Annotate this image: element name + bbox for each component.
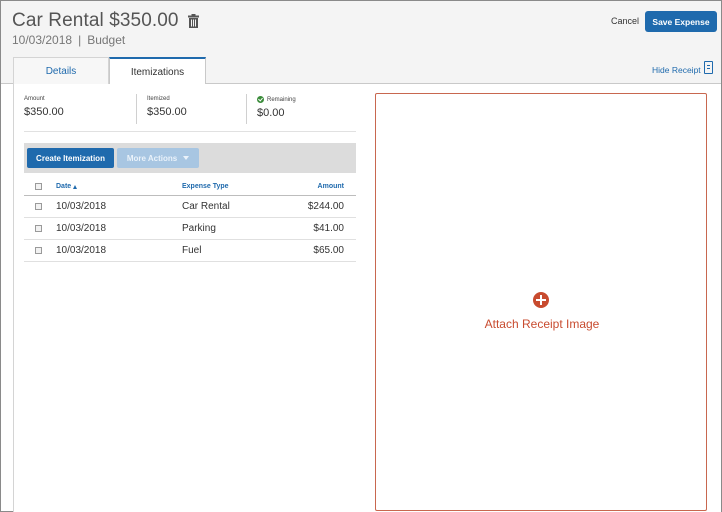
- row-checkbox[interactable]: [35, 203, 42, 210]
- trash-icon[interactable]: [187, 14, 199, 28]
- itemized-value: $350.00: [147, 106, 187, 118]
- table-header: Date Expense Type Amount: [24, 179, 356, 196]
- table-row[interactable]: 10/03/2018 Car Rental $244.00: [24, 196, 356, 218]
- row-amount: $244.00: [307, 201, 344, 212]
- table-row[interactable]: 10/03/2018 Fuel $65.00: [24, 240, 356, 262]
- summary-remaining: Remaining $0.00: [246, 94, 296, 124]
- check-circle-icon: [257, 96, 264, 103]
- row-amount: $65.00: [313, 245, 344, 256]
- sort-ascending-icon: [73, 184, 78, 189]
- column-amount[interactable]: Amount: [318, 183, 344, 190]
- row-date: 10/03/2018: [56, 223, 107, 234]
- expense-title: Car Rental $350.00: [12, 10, 179, 31]
- remaining-label: Remaining: [267, 96, 296, 103]
- plus-circle-icon: [533, 292, 549, 308]
- expense-header: Car Rental $350.00 10/03/2018 | Budget Can…: [1, 1, 721, 57]
- column-date[interactable]: Date: [56, 183, 78, 190]
- cancel-button[interactable]: Cancel: [611, 16, 639, 26]
- row-date: 10/03/2018: [56, 245, 107, 256]
- expense-policy: Budget: [87, 33, 126, 47]
- create-itemization-button[interactable]: Create Itemization: [27, 148, 114, 168]
- remaining-label-row: Remaining: [257, 96, 296, 103]
- itemization-toolbar: Create Itemization More Actions: [24, 143, 356, 173]
- row-expense-type: Parking: [182, 223, 216, 234]
- row-expense-type: Fuel: [182, 245, 202, 256]
- summary-amount: Amount $350.00: [24, 94, 64, 124]
- itemized-label: Itemized: [147, 96, 170, 102]
- save-expense-button[interactable]: Save Expense: [645, 11, 717, 32]
- tab-itemizations[interactable]: Itemizations: [109, 57, 206, 85]
- summary-itemized: Itemized $350.00: [136, 94, 187, 124]
- itemizations-panel: Amount $350.00 Itemized $350.00 Remainin…: [13, 84, 721, 512]
- title-row: Car Rental $350.00: [12, 10, 199, 32]
- hide-receipt-link[interactable]: Hide Receipt: [652, 65, 701, 75]
- row-date: 10/03/2018: [56, 201, 107, 212]
- table-row[interactable]: 10/03/2018 Parking $41.00: [24, 218, 356, 240]
- tab-details[interactable]: Details: [13, 57, 109, 84]
- chevron-down-icon: [183, 156, 190, 160]
- receipt-icon[interactable]: [704, 61, 713, 74]
- itemization-summary: Amount $350.00 Itemized $350.00 Remainin…: [24, 94, 356, 132]
- amount-label: Amount: [24, 96, 45, 102]
- select-all-checkbox[interactable]: [35, 183, 42, 190]
- column-date-label: Date: [56, 183, 72, 190]
- subtitle-separator: |: [78, 33, 82, 47]
- expense-date: 10/03/2018: [12, 33, 73, 47]
- row-checkbox[interactable]: [35, 247, 42, 254]
- row-checkbox[interactable]: [35, 225, 42, 232]
- remaining-value: $0.00: [257, 107, 285, 119]
- amount-value: $350.00: [24, 106, 64, 118]
- attach-receipt-label: Attach Receipt Image: [484, 317, 600, 331]
- itemizations-table: Date Expense Type Amount 10/03/2018 Car …: [24, 179, 356, 262]
- row-amount: $41.00: [313, 223, 344, 234]
- window-frame: Car Rental $350.00 10/03/2018 | Budget Can…: [0, 0, 722, 512]
- row-expense-type: Car Rental: [182, 201, 230, 212]
- more-actions-label: More Actions: [126, 153, 178, 163]
- attach-receipt-dropzone[interactable]: Attach Receipt Image: [375, 93, 707, 511]
- column-expense-type[interactable]: Expense Type: [182, 183, 229, 190]
- more-actions-button[interactable]: More Actions: [117, 148, 199, 168]
- tab-bar: Details Itemizations: [1, 57, 721, 85]
- expense-subtitle: 10/03/2018 | Budget: [12, 33, 125, 47]
